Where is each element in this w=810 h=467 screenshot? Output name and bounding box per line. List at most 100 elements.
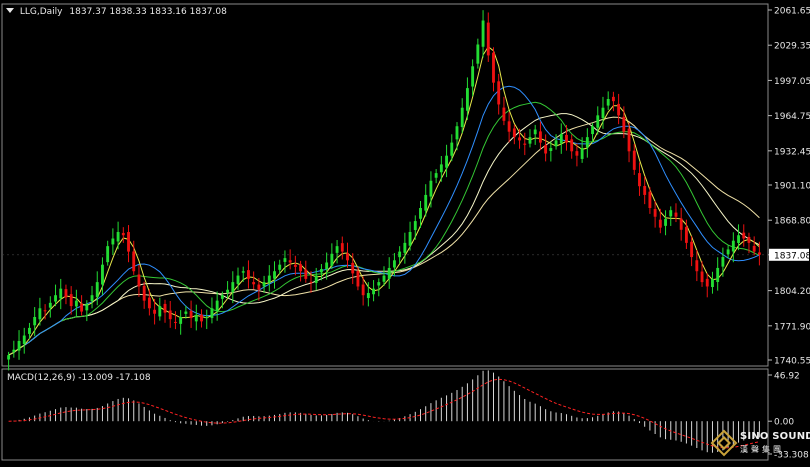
candle-body	[22, 335, 26, 345]
price-tick-label: 2061.65	[774, 7, 810, 17]
candle-body	[622, 116, 626, 132]
candle-body	[90, 295, 94, 302]
candle-body	[262, 282, 266, 287]
candle-body	[215, 300, 219, 312]
candle-body	[538, 131, 542, 143]
candle-body	[705, 278, 709, 287]
candle-body	[106, 246, 110, 263]
candle-body	[43, 310, 47, 312]
candle-body	[455, 126, 459, 140]
price-tick-label: 1804.20	[774, 287, 810, 297]
candle-body	[445, 155, 448, 168]
candle-body	[121, 232, 125, 236]
candle-body	[716, 267, 720, 282]
candle-body	[299, 264, 303, 272]
price-tick-label: 1964.75	[774, 112, 810, 122]
candle-body	[330, 253, 334, 266]
candle-body	[533, 129, 537, 135]
candle-body	[220, 295, 224, 299]
candle-body	[674, 212, 678, 217]
candle-body	[700, 271, 704, 283]
price-tick-label: 1868.80	[774, 217, 810, 227]
candle-body	[721, 257, 725, 267]
candle-body	[174, 321, 177, 323]
candle-body	[424, 194, 428, 211]
candle-body	[33, 316, 37, 326]
candle-body	[398, 251, 402, 258]
candle-body	[48, 302, 52, 308]
candle-body	[429, 180, 433, 197]
candle-body	[335, 246, 339, 253]
candle-body	[320, 269, 323, 273]
candle-body	[257, 284, 261, 290]
candle-body	[502, 107, 506, 121]
candle-body	[241, 271, 245, 273]
brand-watermark: SINO SOUND 漢聲集團	[710, 428, 810, 458]
candle-body	[74, 300, 78, 307]
candle-body	[476, 44, 480, 64]
candle-body	[658, 219, 662, 228]
collapse-triangle-icon[interactable]	[6, 8, 14, 13]
candle-body	[116, 231, 120, 242]
candle-body	[351, 262, 355, 274]
candle-body	[372, 288, 376, 295]
ohlc-values: 1837.37 1838.33 1833.16 1837.08	[69, 7, 227, 17]
candle-body	[731, 240, 735, 252]
candle-body	[544, 145, 548, 154]
candle-body	[189, 310, 193, 319]
candle-body	[648, 191, 652, 208]
watermark-text-cn: 漢聲集團	[740, 445, 784, 454]
candle-body	[205, 316, 209, 319]
candle-body	[408, 231, 412, 246]
candle-body	[163, 303, 167, 313]
candle-body	[492, 52, 495, 83]
candle-body	[486, 22, 490, 56]
candle-body	[690, 241, 694, 258]
candle-body	[59, 288, 63, 299]
price-tick-label: 1997.05	[774, 77, 810, 87]
candle-body	[293, 264, 297, 267]
candle-body	[559, 133, 563, 144]
candle-body	[95, 282, 99, 298]
macd-tick-label: 46.92	[774, 372, 800, 382]
candle-body	[168, 310, 172, 320]
candle-body	[465, 88, 469, 111]
candle-body	[711, 278, 714, 288]
candle-body	[288, 260, 292, 263]
candle-body	[366, 293, 370, 299]
candle-body	[64, 289, 68, 298]
candle-body	[439, 164, 443, 173]
candle-body	[512, 128, 516, 138]
price-tick-label: 1837.08	[774, 251, 810, 261]
chart-window[interactable]: 2061.65 2029.35 1997.05 1964.75 1932.45 1901.…	[0, 0, 810, 463]
price-tick-label: 1932.45	[774, 147, 810, 157]
candle-body	[565, 134, 568, 143]
candle-body	[518, 137, 521, 141]
candle-body	[601, 107, 605, 119]
ma-yellow-line	[8, 45, 760, 356]
candle-body	[137, 274, 141, 287]
price-tick-label: 1771.90	[774, 322, 810, 332]
candle-body	[669, 210, 673, 217]
candle-body	[627, 128, 631, 152]
candle-body	[304, 269, 308, 279]
candle-body	[38, 308, 42, 320]
candle-body	[638, 173, 641, 187]
ma-blue-line	[8, 85, 760, 356]
candle-body	[226, 289, 230, 293]
candle-body	[153, 309, 157, 314]
candle-body	[12, 349, 16, 352]
candle-body	[101, 264, 104, 285]
candle-body	[497, 81, 501, 105]
candle-body	[361, 284, 365, 296]
diamond-logo-icon	[710, 429, 738, 457]
macd-indicator-label: MACD(12,26,9) -13.009 -17.108	[7, 373, 151, 383]
candle-body	[382, 275, 386, 282]
candle-body	[591, 126, 594, 135]
candle-body	[481, 20, 485, 47]
candle-body	[585, 137, 589, 148]
candle-body	[194, 314, 198, 322]
candle-body	[346, 253, 349, 261]
candle-body	[377, 282, 381, 286]
candle-body	[132, 251, 136, 272]
